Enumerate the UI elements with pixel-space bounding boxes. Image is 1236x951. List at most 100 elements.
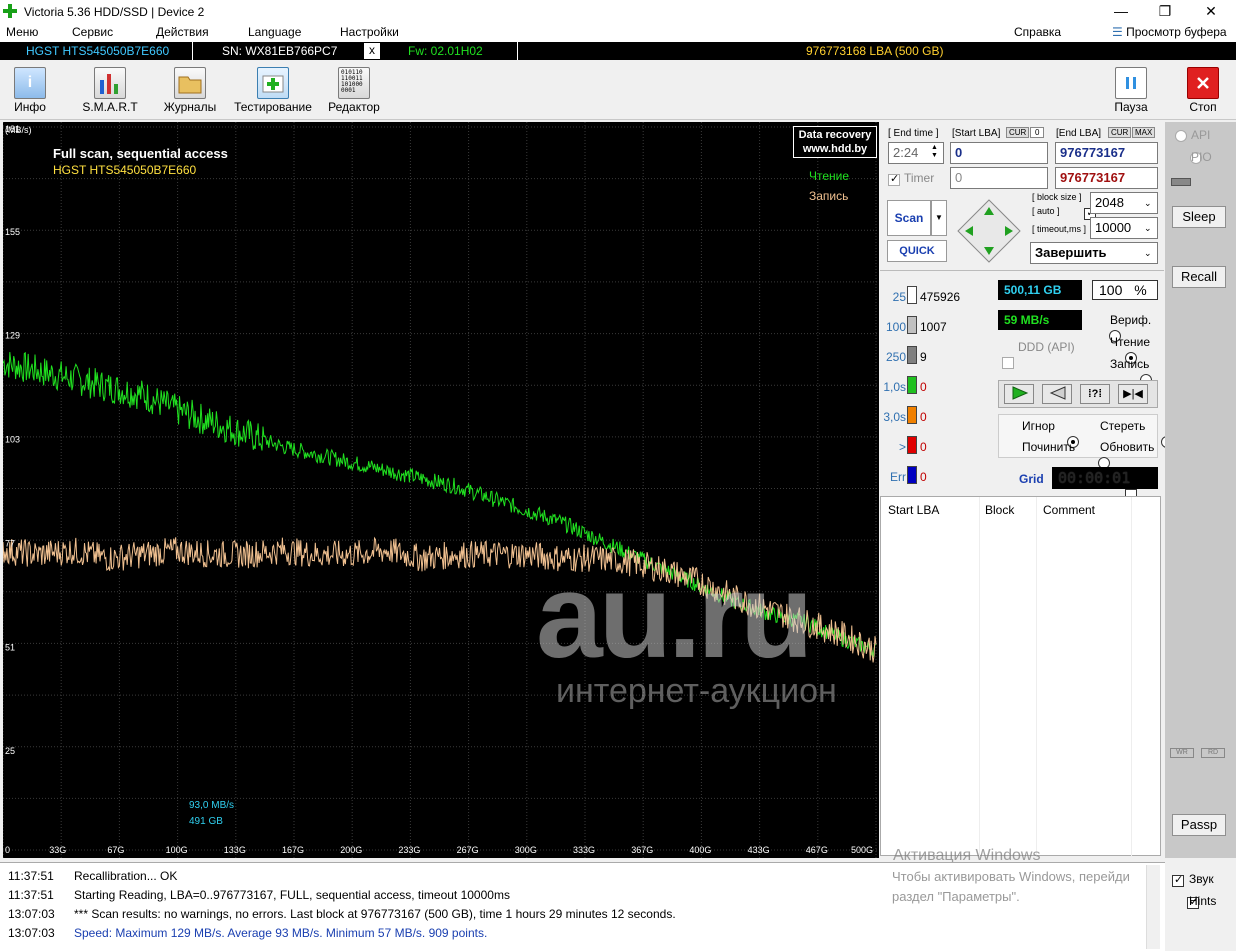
log-time: 11:37:51 [8, 869, 54, 883]
testing-button[interactable]: Тестирование [234, 64, 312, 116]
scan-button[interactable]: Scan [887, 200, 931, 236]
log-time: 13:07:03 [8, 926, 55, 940]
timer-input[interactable]: 0 [950, 167, 1048, 189]
chevron-down-icon: ⌄ [1144, 248, 1152, 258]
sleep-button[interactable]: Sleep [1172, 206, 1226, 228]
percent-sign: % [1134, 282, 1147, 298]
device-model[interactable]: HGST HTS545050B7E660 [26, 44, 169, 58]
stop-button[interactable]: Стоп [1167, 64, 1236, 116]
remap-label: Починить [1022, 440, 1076, 454]
quick-button[interactable]: QUICK [887, 240, 947, 262]
x-tick-label: 0 [5, 845, 10, 855]
latency-label: > [898, 440, 906, 454]
legend-write-label: Запись [809, 189, 849, 203]
latency-count: 0 [920, 440, 927, 454]
bad-blocks-table[interactable]: Start LBA Block Comment Активация Window… [880, 496, 1161, 864]
play-forward-button[interactable] [1004, 384, 1034, 404]
log-text: Recallibration... OK [74, 869, 178, 883]
x-tick-label: 167G [282, 845, 304, 855]
latency-swatch[interactable] [907, 346, 917, 364]
spin-icon[interactable]: ▲ ▼ [931, 144, 938, 160]
finish-action-select[interactable]: Завершить [1030, 242, 1158, 264]
cursor-speed-readout: 93,0 MB/s [189, 800, 235, 811]
direction-pad[interactable] [956, 198, 1022, 264]
latency-swatch[interactable] [907, 316, 917, 334]
verify-label: Вериф. [1110, 313, 1152, 327]
latency-count: 9 [920, 350, 927, 364]
y-tick-label: 155 [5, 227, 20, 237]
end-lba-input[interactable]: 976773167 [1055, 142, 1158, 164]
skip-end-button[interactable]: ▶|◀ [1118, 384, 1148, 404]
editor-button[interactable]: 010110 110011 101000 0001 Редактор [318, 64, 390, 116]
event-log[interactable]: 11:37:51 Recallibration... OK 11:37:51 Star… [0, 862, 1165, 951]
passport-button[interactable]: Passp [1172, 814, 1226, 836]
divider [979, 497, 980, 857]
divider [517, 42, 518, 60]
latency-swatch[interactable] [907, 286, 917, 304]
ddd-checkbox[interactable] [1002, 356, 1014, 369]
latency-label: 1,0s [883, 380, 906, 394]
recall-button[interactable]: Recall [1172, 266, 1226, 288]
menu-language[interactable]: Language [248, 25, 301, 39]
play-backward-button[interactable] [1042, 384, 1072, 404]
y-tick-label: 51 [5, 642, 15, 652]
watermark-subtitle: интернет-аукцион [556, 672, 837, 710]
x-tick-label: 267G [457, 845, 479, 855]
device-close-button[interactable]: x [364, 43, 380, 59]
latency-swatch[interactable] [907, 406, 917, 424]
latency-swatch[interactable] [907, 376, 917, 394]
api-radio[interactable] [1175, 129, 1187, 142]
close-window-button[interactable]: ✕ [1188, 0, 1234, 22]
column-comment[interactable]: Comment [1043, 503, 1095, 517]
menu-settings[interactable]: Настройки [340, 25, 399, 39]
menu-service[interactable]: Сервис [72, 25, 113, 39]
max-button[interactable]: MAX [1132, 127, 1156, 138]
timer-checkbox[interactable] [888, 172, 900, 186]
activation-line2: раздел "Параметры". [892, 889, 1020, 904]
latency-swatch[interactable] [907, 436, 917, 454]
menu-actions[interactable]: Действия [156, 25, 209, 39]
x-tick-label: 300G [515, 845, 537, 855]
latency-swatch[interactable] [907, 466, 917, 484]
log-scrollbar[interactable] [1146, 865, 1160, 949]
logs-button[interactable]: Журналы [154, 64, 226, 116]
percent-value: 100 [1099, 282, 1123, 298]
power-indicator [1171, 178, 1191, 186]
clipboard-view-button[interactable]: ☰ Просмотр буфера [1112, 25, 1227, 39]
column-block[interactable]: Block [985, 503, 1014, 517]
end-cur-button[interactable]: CUR [1108, 127, 1132, 138]
latency-count: 0 [920, 470, 927, 484]
wr-indicator: WR [1170, 748, 1194, 758]
menu-help[interactable]: Справка [1014, 25, 1061, 39]
info-button[interactable]: i Инфо [0, 64, 66, 116]
sound-checkbox[interactable] [1172, 873, 1184, 887]
maximize-button[interactable]: ❐ [1142, 0, 1188, 22]
minimize-button[interactable]: — [1098, 0, 1144, 22]
y-tick-label: 25 [5, 746, 15, 756]
log-text: Speed: Maximum 129 MB/s. Average 93 MB/s… [74, 926, 488, 940]
cur-button[interactable]: CUR [1006, 127, 1030, 138]
stop-label: Стоп [1189, 100, 1217, 114]
smart-chart-icon [94, 67, 126, 99]
speed-display: 59 MB/s [998, 310, 1082, 330]
pause-icon [1115, 67, 1147, 99]
random-seek-button[interactable]: ⁞?⁞ [1080, 384, 1110, 404]
x-tick-label: 400G [689, 845, 711, 855]
scan-dropdown-icon[interactable]: ▼ [931, 200, 947, 236]
latency-label: 25 [892, 290, 906, 304]
column-start-lba[interactable]: Start LBA [888, 503, 939, 517]
smart-button[interactable]: S.M.A.R.T [74, 64, 146, 116]
medkit-icon [257, 67, 289, 99]
menu-main[interactable]: Меню [6, 25, 38, 39]
latency-label: 3,0s [883, 410, 906, 424]
log-row: 11:37:51 Recallibration... OK [8, 869, 177, 883]
sound-label: Звук [1189, 872, 1214, 886]
window-title: Victoria 5.36 HDD/SSD | Device 2 [24, 5, 205, 19]
data-recovery-badge[interactable]: Data recovery www.hdd.by [793, 126, 877, 158]
folder-icon [174, 67, 206, 99]
start-zero-button[interactable]: 0 [1030, 127, 1045, 138]
start-lba-input[interactable]: 0 [950, 142, 1048, 164]
x-tick-label: 133G [224, 845, 246, 855]
start-lba-label: [Start LBA] [952, 128, 1001, 139]
refresh-label: Обновить [1100, 440, 1155, 454]
